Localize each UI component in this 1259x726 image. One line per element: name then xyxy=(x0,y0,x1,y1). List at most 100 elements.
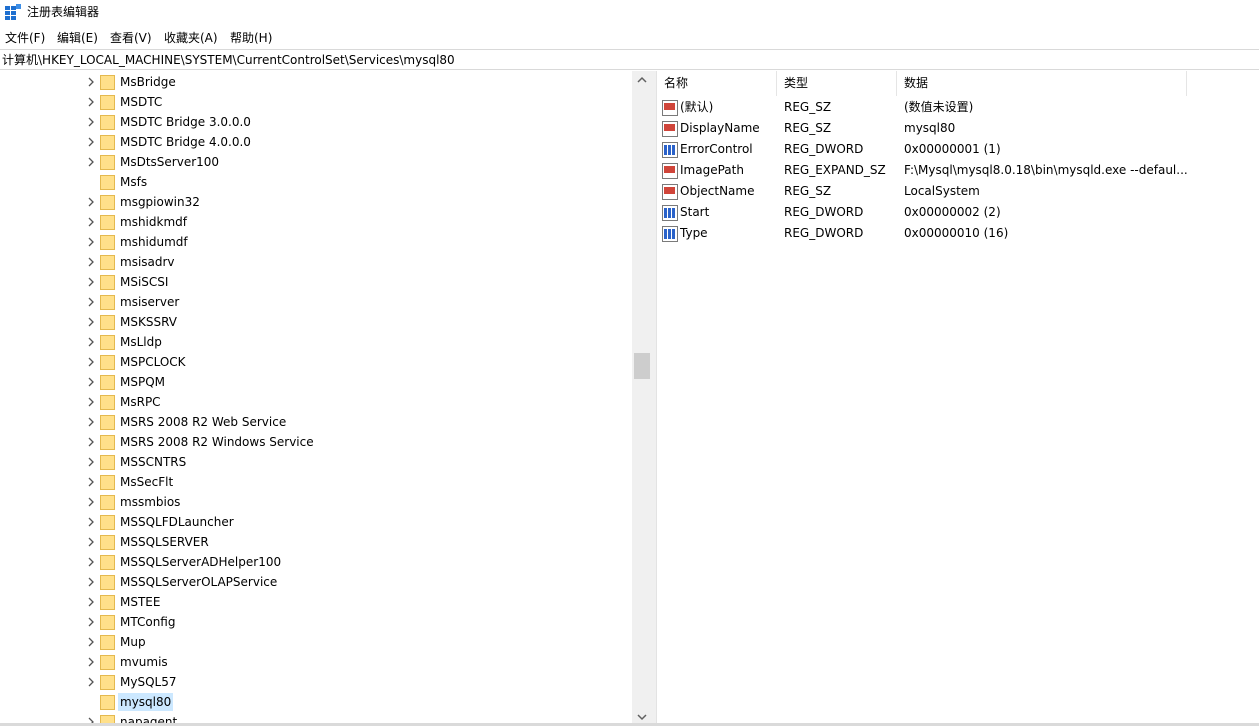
chevron-right-icon[interactable] xyxy=(86,377,96,387)
tree-item[interactable]: mssmbios xyxy=(0,492,632,512)
tree-item[interactable]: MSDTC Bridge 3.0.0.0 xyxy=(0,112,632,132)
tree-item[interactable]: MSDTC Bridge 4.0.0.0 xyxy=(0,132,632,152)
tree-item[interactable]: mysql80 xyxy=(0,692,632,712)
folder-icon xyxy=(100,395,115,410)
menu-edit[interactable]: 编辑(E) xyxy=(55,29,100,47)
column-name[interactable]: 名称 xyxy=(657,71,777,96)
chevron-right-icon[interactable] xyxy=(86,237,96,247)
chevron-right-icon[interactable] xyxy=(86,497,96,507)
chevron-right-icon[interactable] xyxy=(86,157,96,167)
tree-item[interactable]: MSSCNTRS xyxy=(0,452,632,472)
tree-item[interactable]: MsRPC xyxy=(0,392,632,412)
chevron-right-icon[interactable] xyxy=(86,637,96,647)
key-tree[interactable]: MsBridge MSDTC MSDTC Bridge 3.0.0.0 MSDTC B… xyxy=(0,71,652,726)
menu-file[interactable]: 文件(F) xyxy=(3,29,47,47)
chevron-right-icon[interactable] xyxy=(86,357,96,367)
tree-item[interactable]: mvumis xyxy=(0,652,632,672)
chevron-right-icon[interactable] xyxy=(86,77,96,87)
tree-item[interactable]: MSTEE xyxy=(0,592,632,612)
chevron-right-icon[interactable] xyxy=(86,617,96,627)
tree-item-label: MSSQLFDLauncher xyxy=(120,515,234,529)
string-value-icon xyxy=(662,184,678,200)
chevron-right-icon[interactable] xyxy=(86,217,96,227)
tree-item[interactable]: msiserver xyxy=(0,292,632,312)
tree-item[interactable]: Msfs xyxy=(0,172,632,192)
tree-scrollbar[interactable] xyxy=(632,71,652,726)
chevron-right-icon[interactable] xyxy=(86,537,96,547)
chevron-right-icon[interactable] xyxy=(86,317,96,327)
chevron-right-icon[interactable] xyxy=(86,677,96,687)
chevron-right-icon[interactable] xyxy=(86,517,96,527)
folder-icon xyxy=(100,95,115,110)
chevron-right-icon[interactable] xyxy=(86,477,96,487)
tree-item[interactable]: Mup xyxy=(0,632,632,652)
chevron-right-icon[interactable] xyxy=(86,277,96,287)
string-value-icon xyxy=(662,163,678,179)
value-type: REG_DWORD xyxy=(784,226,864,240)
chevron-right-icon[interactable] xyxy=(86,417,96,427)
chevron-right-icon[interactable] xyxy=(86,397,96,407)
tree-item-label: mvumis xyxy=(120,655,168,669)
tree-item[interactable]: MySQL57 xyxy=(0,672,632,692)
tree-item[interactable]: MSSQLFDLauncher xyxy=(0,512,632,532)
menu-favorites[interactable]: 收藏夹(A) xyxy=(162,29,220,47)
tree-item[interactable]: MsLldp xyxy=(0,332,632,352)
value-row[interactable]: (默认) REG_SZ (数值未设置) xyxy=(657,97,1187,118)
chevron-right-icon[interactable] xyxy=(86,257,96,267)
tree-item[interactable]: mshidkmdf xyxy=(0,212,632,232)
chevron-right-icon[interactable] xyxy=(86,197,96,207)
tree-item[interactable]: MTConfig xyxy=(0,612,632,632)
address-path[interactable]: 计算机\HKEY_LOCAL_MACHINE\SYSTEM\CurrentCon… xyxy=(2,52,455,68)
address-bar[interactable]: 计算机\HKEY_LOCAL_MACHINE\SYSTEM\CurrentCon… xyxy=(0,49,1259,70)
scroll-up-icon[interactable] xyxy=(632,71,652,89)
tree-item[interactable]: MsBridge xyxy=(0,72,632,92)
column-data[interactable]: 数据 xyxy=(897,71,1187,96)
tree-item[interactable]: msisadrv xyxy=(0,252,632,272)
menu-view[interactable]: 查看(V) xyxy=(108,29,154,47)
tree-item-label: MSSQLServerOLAPService xyxy=(120,575,278,589)
chevron-right-icon[interactable] xyxy=(86,117,96,127)
tree-item[interactable]: MSRS 2008 R2 Web Service xyxy=(0,412,632,432)
chevron-right-icon[interactable] xyxy=(86,557,96,567)
chevron-right-icon[interactable] xyxy=(86,97,96,107)
tree-item[interactable]: MSSQLServerOLAPService xyxy=(0,572,632,592)
tree-item[interactable]: MSDTC xyxy=(0,92,632,112)
tree-item[interactable]: MSiSCSI xyxy=(0,272,632,292)
chevron-right-icon[interactable] xyxy=(86,597,96,607)
tree-item[interactable]: MSRS 2008 R2 Windows Service xyxy=(0,432,632,452)
value-row[interactable]: Start REG_DWORD 0x00000002 (2) xyxy=(657,202,1187,223)
value-type: REG_SZ xyxy=(784,100,832,114)
chevron-right-icon[interactable] xyxy=(86,457,96,467)
value-name: ImagePath xyxy=(680,163,744,177)
value-list[interactable]: 名称 类型 数据 (默认) REG_SZ (数值未设置) DisplayName REG… xyxy=(657,71,1259,726)
tree-item[interactable]: MsSecFlt xyxy=(0,472,632,492)
chevron-right-icon[interactable] xyxy=(86,337,96,347)
tree-item[interactable]: MSKSSRV xyxy=(0,312,632,332)
tree-item[interactable]: MsDtsServer100 xyxy=(0,152,632,172)
tree-item-label: mshidkmdf xyxy=(120,215,187,229)
tree-item[interactable]: MSPQM xyxy=(0,372,632,392)
folder-icon xyxy=(100,335,115,350)
chevron-right-icon[interactable] xyxy=(86,137,96,147)
tree-item-label: MSiSCSI xyxy=(120,275,169,289)
value-row[interactable]: ObjectName REG_SZ LocalSystem xyxy=(657,181,1187,202)
value-row[interactable]: ErrorControl REG_DWORD 0x00000001 (1) xyxy=(657,139,1187,160)
tree-item[interactable]: MSPCLOCK xyxy=(0,352,632,372)
tree-item[interactable]: msgpiowin32 xyxy=(0,192,632,212)
tree-item[interactable]: MSSQLSERVER xyxy=(0,532,632,552)
scroll-thumb[interactable] xyxy=(634,353,650,379)
value-row[interactable]: Type REG_DWORD 0x00000010 (16) xyxy=(657,223,1187,244)
chevron-right-icon[interactable] xyxy=(86,297,96,307)
folder-icon xyxy=(100,415,115,430)
value-row[interactable]: DisplayName REG_SZ mysql80 xyxy=(657,118,1187,139)
value-row[interactable]: ImagePath REG_EXPAND_SZ F:\Mysql\mysql8.0.… xyxy=(657,160,1188,181)
column-type[interactable]: 类型 xyxy=(777,71,897,96)
chevron-right-icon[interactable] xyxy=(86,657,96,667)
chevron-right-icon[interactable] xyxy=(86,437,96,447)
tree-item-label: MSDTC Bridge 3.0.0.0 xyxy=(120,115,251,129)
tree-item[interactable]: mshidumdf xyxy=(0,232,632,252)
tree-item-label: MSPQM xyxy=(120,375,166,389)
tree-item[interactable]: MSSQLServerADHelper100 xyxy=(0,552,632,572)
chevron-right-icon[interactable] xyxy=(86,577,96,587)
menu-help[interactable]: 帮助(H) xyxy=(228,29,274,47)
